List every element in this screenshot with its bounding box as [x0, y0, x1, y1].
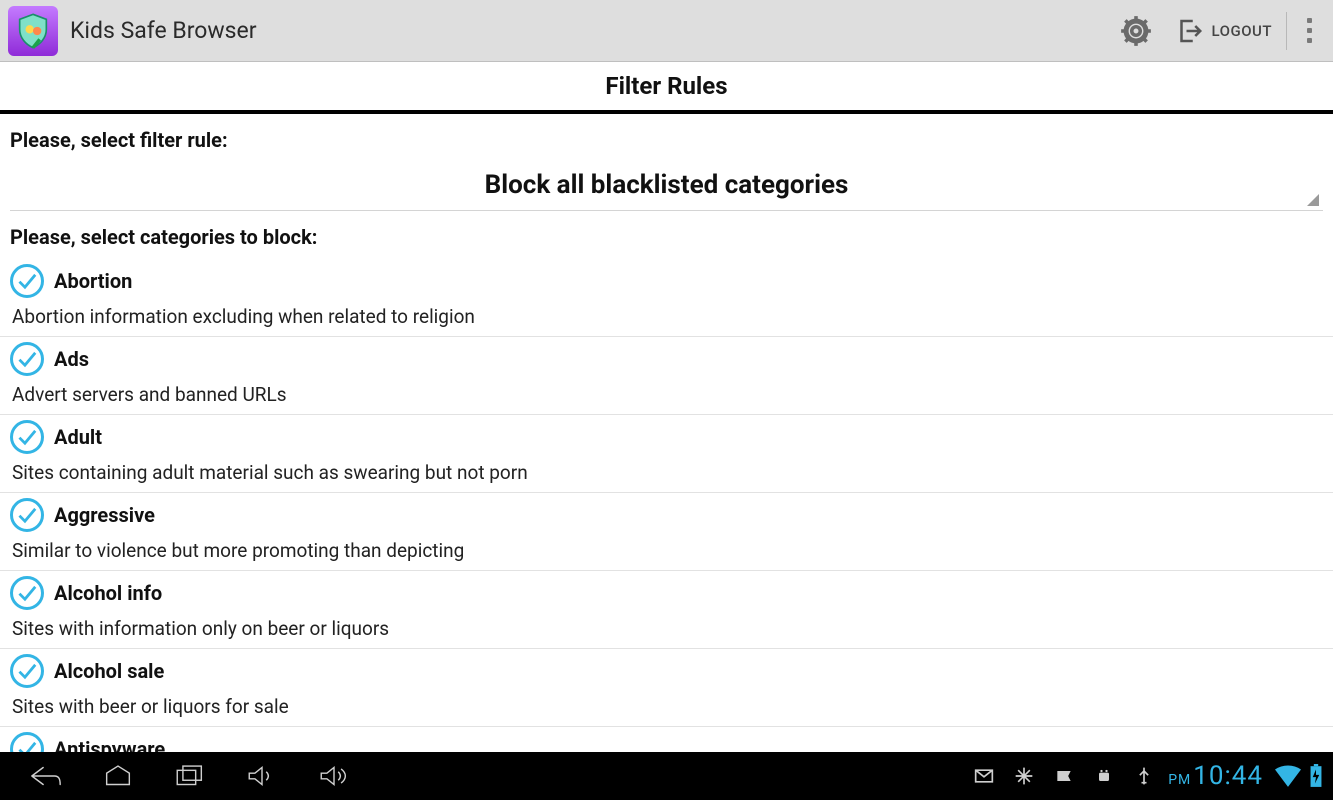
- logout-icon: [1174, 16, 1204, 46]
- wifi-icon: [1275, 765, 1301, 787]
- category-item[interactable]: Abortion Abortion information excluding …: [0, 259, 1333, 337]
- play-store-icon: [1054, 766, 1074, 786]
- category-checkbox[interactable]: [10, 498, 44, 532]
- category-desc: Advert servers and banned URLs: [10, 379, 1323, 408]
- gear-icon: [1119, 14, 1153, 48]
- category-list: Abortion Abortion information excluding …: [0, 259, 1333, 752]
- page-title: Filter Rules: [0, 62, 1333, 114]
- page-content: Filter Rules Please, select filter rule:…: [0, 62, 1333, 752]
- category-title: Aggressive: [54, 503, 155, 527]
- logout-label: LOGOUT: [1212, 22, 1272, 40]
- mail-icon: [974, 766, 994, 786]
- filter-rule-spinner[interactable]: Block all blacklisted categories: [10, 164, 1323, 211]
- logout-button[interactable]: LOGOUT: [1164, 16, 1282, 46]
- usb-icon: [1134, 766, 1154, 786]
- volume-down-button[interactable]: [226, 752, 298, 800]
- category-desc: Sites containing adult material such as …: [10, 457, 1323, 486]
- category-item[interactable]: Alcohol sale Sites with beer or liquors …: [0, 649, 1333, 727]
- check-icon: [16, 426, 38, 448]
- select-categories-label: Please, select categories to block:: [0, 211, 1333, 257]
- check-icon: [16, 348, 38, 370]
- clock: PM 10:44: [1168, 761, 1263, 791]
- category-desc: Sites with information only on beer or l…: [10, 613, 1323, 642]
- clock-time: 10:44: [1193, 761, 1263, 791]
- category-title: Abortion: [54, 269, 132, 293]
- category-title: Antispyware: [54, 737, 165, 752]
- category-checkbox[interactable]: [10, 420, 44, 454]
- category-item[interactable]: Adult Sites containing adult material su…: [0, 415, 1333, 493]
- category-title: Ads: [54, 347, 89, 371]
- status-tray: [974, 766, 1154, 786]
- divider: [1286, 12, 1287, 50]
- battery-charging-icon: [1309, 764, 1323, 788]
- back-button[interactable]: [10, 752, 82, 800]
- sparkle-icon: [1014, 766, 1034, 786]
- category-checkbox[interactable]: [10, 732, 44, 752]
- category-checkbox[interactable]: [10, 342, 44, 376]
- recents-icon: [173, 761, 207, 791]
- volume-up-icon: [317, 761, 351, 791]
- app-title: Kids Safe Browser: [70, 17, 257, 44]
- android-icon: [1094, 766, 1114, 786]
- check-icon: [16, 738, 38, 752]
- category-desc: Abortion information excluding when rela…: [10, 301, 1323, 330]
- category-title: Alcohol info: [54, 581, 162, 605]
- check-icon: [16, 660, 38, 682]
- back-icon: [29, 761, 63, 791]
- category-item[interactable]: Antispyware: [0, 727, 1333, 752]
- check-icon: [16, 270, 38, 292]
- volume-up-button[interactable]: [298, 752, 370, 800]
- home-icon: [101, 761, 135, 791]
- category-checkbox[interactable]: [10, 264, 44, 298]
- category-checkbox[interactable]: [10, 576, 44, 610]
- category-checkbox[interactable]: [10, 654, 44, 688]
- check-icon: [16, 582, 38, 604]
- category-desc: Sites with beer or liquors for sale: [10, 691, 1323, 720]
- system-nav-bar: PM 10:44: [0, 752, 1333, 800]
- app-icon: [8, 6, 58, 56]
- select-rule-label: Please, select filter rule:: [0, 114, 1333, 160]
- overflow-menu-button[interactable]: [1291, 18, 1327, 43]
- settings-gear-button[interactable]: [1108, 3, 1164, 59]
- category-item[interactable]: Aggressive Similar to violence but more …: [0, 493, 1333, 571]
- check-icon: [16, 504, 38, 526]
- volume-down-icon: [245, 761, 279, 791]
- recents-button[interactable]: [154, 752, 226, 800]
- category-item[interactable]: Ads Advert servers and banned URLs: [0, 337, 1333, 415]
- category-desc: Similar to violence but more promoting t…: [10, 535, 1323, 564]
- category-title: Adult: [54, 425, 102, 449]
- action-bar: Kids Safe Browser LOGOUT: [0, 0, 1333, 62]
- home-button[interactable]: [82, 752, 154, 800]
- category-item[interactable]: Alcohol info Sites with information only…: [0, 571, 1333, 649]
- clock-ampm: PM: [1168, 772, 1191, 788]
- category-title: Alcohol sale: [54, 659, 164, 683]
